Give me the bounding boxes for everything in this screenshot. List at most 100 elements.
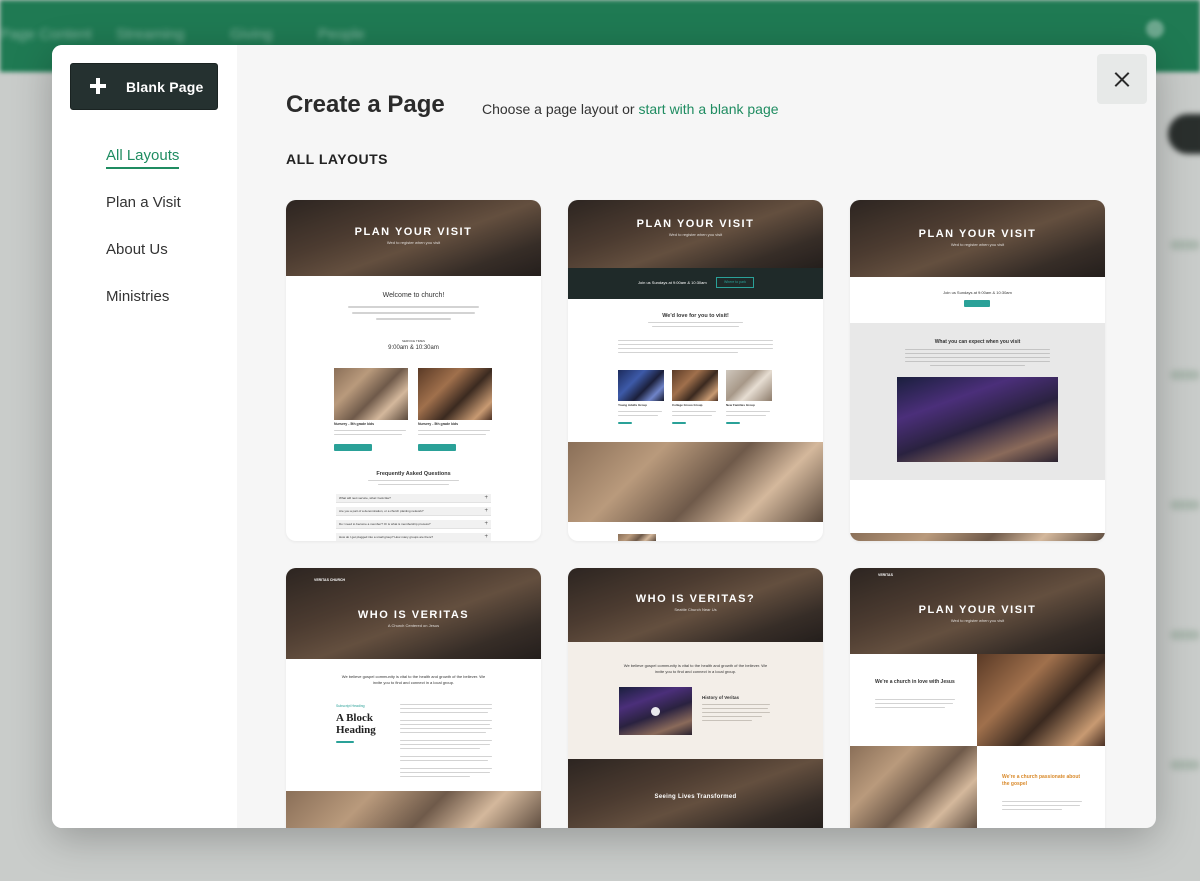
sidebar-item-plan-a-visit[interactable]: Plan a Visit <box>106 194 181 211</box>
text-line <box>905 353 1050 354</box>
hero-subtitle: Wed to register when you visit <box>950 618 1005 623</box>
sidebar-item-ministries[interactable]: Ministries <box>106 288 169 305</box>
text-line <box>334 434 402 435</box>
hero-title: PLAN YOUR VISIT <box>918 228 1037 240</box>
text-line <box>400 756 492 757</box>
text-line <box>400 708 492 709</box>
section-heading: Seeing Lives Transformed <box>654 794 737 800</box>
hero-title: PLAN YOUR VISIT <box>354 226 473 238</box>
layout-card-6[interactable]: VERITAS PLAN YOUR VISIT Wed to register … <box>850 568 1105 828</box>
text-line <box>648 322 743 323</box>
hero-image: VERITAS PLAN YOUR VISIT Wed to register … <box>850 568 1105 654</box>
section-title: ALL LAYOUTS <box>286 151 388 167</box>
page-title: Create a Page <box>286 91 445 118</box>
text-line <box>400 732 486 733</box>
hero-image: Seeing Lives Transformed <box>568 759 823 828</box>
layout-card-3[interactable]: PLAN YOUR VISIT Wed to register when you… <box>850 200 1105 541</box>
hero-title: WHO IS VERITAS <box>357 609 470 621</box>
hero-subtitle: Wed to register when you visit <box>386 240 441 245</box>
text-line <box>348 306 479 308</box>
page-subtitle: Choose a page layout or start with a bla… <box>482 101 779 117</box>
text-line <box>1002 805 1080 806</box>
community-photo <box>568 442 823 522</box>
close-button[interactable] <box>1097 54 1147 104</box>
text-line <box>618 415 658 416</box>
text-line <box>334 430 406 431</box>
column-title: Nursery - 5th grade kids <box>334 422 375 426</box>
group-title: New Families Group <box>726 403 755 407</box>
text-line <box>905 361 1050 362</box>
text-line <box>875 707 945 708</box>
layout-card-5[interactable]: WHO IS VERITAS? Seattle Church Near Us W… <box>568 568 823 828</box>
text-line <box>618 344 773 345</box>
text-line <box>400 704 492 705</box>
blank-page-button[interactable]: Blank Page <box>70 63 218 110</box>
template-link <box>672 422 686 424</box>
heading-underline <box>336 741 354 743</box>
group-title: Young Adults Group <box>618 403 647 407</box>
text-line <box>726 415 766 416</box>
expect-section: What you can expect when you visit <box>850 323 1105 480</box>
column-title: Nursery - 5th grade kids <box>418 422 459 426</box>
start-blank-link[interactable]: start with a blank page <box>638 101 778 117</box>
text-line <box>875 699 955 700</box>
community-photo <box>850 533 1105 541</box>
text-line <box>1002 809 1062 810</box>
faq-question: Are you a part of a denomination, or a c… <box>339 509 424 513</box>
text-line <box>400 744 490 745</box>
sidebar-item-all-layouts[interactable]: All Layouts <box>106 147 180 169</box>
group-title: College Grouo Group <box>672 403 703 407</box>
plus-icon: + <box>484 521 488 527</box>
block-label: Subscript Heading <box>336 704 365 708</box>
group-photo <box>618 370 664 401</box>
template-link <box>618 422 632 424</box>
group-photo <box>726 370 772 401</box>
intro-text: We believe gospel community is vital to … <box>341 674 486 685</box>
text-line <box>352 312 475 314</box>
text-line <box>905 357 1050 358</box>
section-heading: What you can expect when you visit <box>934 339 1021 345</box>
faq-question: How do I get plugged into a small group?… <box>339 535 434 539</box>
text-line <box>618 411 662 412</box>
section-heading: We're a church passionate about the gosp… <box>1002 774 1081 787</box>
faq-item: Are you a part of a denomination, or a c… <box>336 507 491 516</box>
video-thumbnail <box>619 687 692 735</box>
brand-name: VERITAS CHURCH <box>314 578 346 582</box>
faq-item: Do I need to become a member? Or is what… <box>336 520 491 529</box>
close-icon <box>1115 72 1130 87</box>
text-line <box>400 720 492 721</box>
group-photo <box>672 370 718 401</box>
sidebar-item-about-us[interactable]: About Us <box>106 241 168 258</box>
create-page-modal: Blank Page All Layouts Plan a Visit Abou… <box>52 45 1156 828</box>
text-line <box>618 340 773 341</box>
layout-card-2[interactable]: PLAN YOUR VISIT Wed to register when you… <box>568 200 823 541</box>
kids-photo <box>334 368 408 420</box>
layout-card-4[interactable]: VERITAS CHURCH WHO IS VERITAS A Church C… <box>286 568 541 828</box>
text-line <box>400 724 490 725</box>
text-line <box>672 415 712 416</box>
history-section: We believe gospel community is vital to … <box>568 642 823 759</box>
play-icon <box>651 707 660 716</box>
plus-icon <box>89 77 107 95</box>
hero-title: PLAN YOUR VISIT <box>636 218 755 230</box>
hero-subtitle: Wed to register when you visit <box>668 232 723 237</box>
text-line <box>702 708 768 709</box>
service-times: 9:00am & 10:30am <box>388 345 439 351</box>
background-line <box>1170 760 1200 770</box>
text-line <box>905 349 1050 350</box>
background-button <box>1168 114 1200 154</box>
text-line <box>400 772 490 773</box>
text-line <box>618 348 773 349</box>
text-line <box>400 768 492 769</box>
template-button <box>964 300 990 307</box>
text-line <box>672 411 716 412</box>
background-line <box>1170 370 1200 380</box>
layout-sidebar: Blank Page All Layouts Plan a Visit Abou… <box>52 45 237 828</box>
background-nav-item: Giving <box>230 26 273 43</box>
blank-page-label: Blank Page <box>126 79 204 95</box>
layout-card-1[interactable]: PLAN YOUR VISIT Wed to register when you… <box>286 200 541 541</box>
background-line <box>1170 500 1200 510</box>
faq-item: How do I get plugged into a small group?… <box>336 533 491 541</box>
text-line <box>875 703 953 704</box>
background-nav-item: Streaming <box>116 26 185 43</box>
